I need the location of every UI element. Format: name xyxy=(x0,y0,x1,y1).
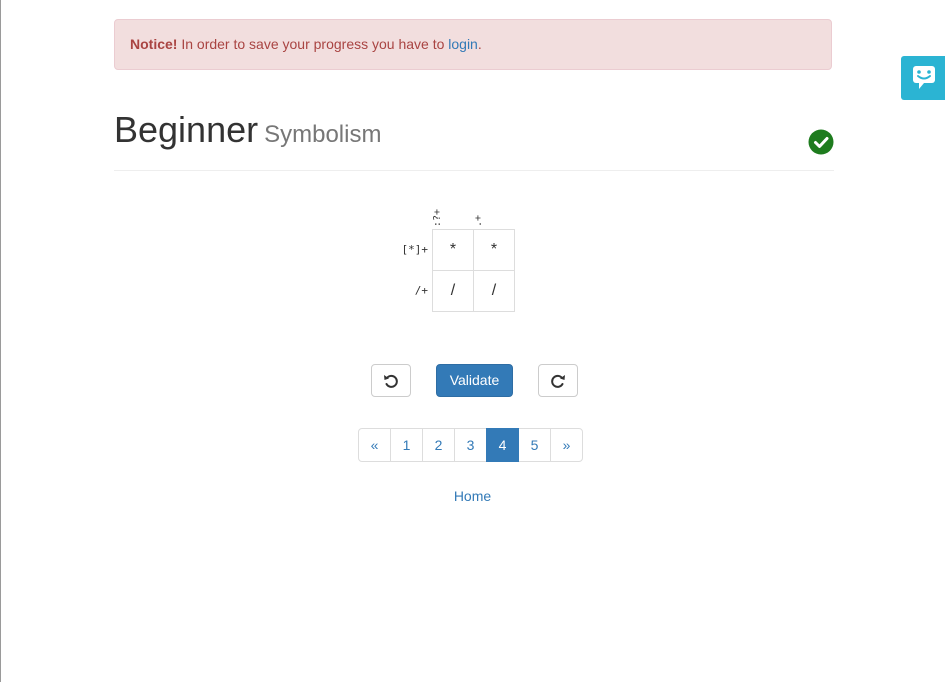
grid-cell[interactable]: / xyxy=(432,270,474,312)
column-clue-2: .+ xyxy=(473,195,514,227)
pagination-page-3[interactable]: 3 xyxy=(454,428,487,462)
pagination-page-1[interactable]: 1 xyxy=(390,428,423,462)
notice-label: Notice! xyxy=(130,36,178,52)
login-link[interactable]: login xyxy=(448,36,478,52)
validate-button[interactable]: Validate xyxy=(436,364,513,397)
redo-icon xyxy=(551,374,565,388)
feedback-tab[interactable] xyxy=(901,56,945,100)
column-clue-2-text: .+ xyxy=(473,214,484,227)
pagination-page-5[interactable]: 5 xyxy=(518,428,551,462)
grid-cell[interactable]: * xyxy=(473,229,515,271)
notice-suffix: . xyxy=(477,36,482,52)
level-title: Beginner xyxy=(114,109,259,150)
grid-cell[interactable]: / xyxy=(473,270,515,312)
grid-row-2: / / xyxy=(432,270,515,312)
puzzle-subtitle: Symbolism xyxy=(264,121,382,148)
home-link[interactable]: Home xyxy=(454,488,491,504)
regex-crossword-puzzle: :?+ .+ [*]+ /+ * * / / xyxy=(380,195,580,325)
chat-smile-icon xyxy=(913,66,935,89)
pagination-prev[interactable]: « xyxy=(358,428,391,462)
puzzle-pagination: « 1 2 3 4 5 » xyxy=(358,428,583,462)
puzzle-grid: * * / / xyxy=(432,229,515,312)
home-link-row: Home xyxy=(0,488,945,504)
page-header: Beginner Symbolism xyxy=(114,108,834,171)
grid-cell[interactable]: * xyxy=(432,229,474,271)
undo-button[interactable] xyxy=(371,364,411,397)
row-clue-2: /+ xyxy=(414,284,428,297)
grid-row-1: * * xyxy=(432,229,515,271)
pagination-next[interactable]: » xyxy=(550,428,583,462)
notice-text: In order to save your progress you have … xyxy=(177,36,449,52)
check-circle-icon xyxy=(808,129,834,155)
login-notice-alert: Notice! In order to save your progress y… xyxy=(114,19,832,70)
column-clue-1: :?+ xyxy=(432,195,473,227)
window-left-border xyxy=(0,0,1,682)
redo-button[interactable] xyxy=(538,364,578,397)
page-title: Beginner Symbolism xyxy=(114,108,381,157)
undo-icon xyxy=(384,374,398,388)
row-clue-1: [*]+ xyxy=(401,243,429,256)
pagination-page-2[interactable]: 2 xyxy=(422,428,455,462)
column-clue-1-text: :?+ xyxy=(432,208,443,227)
pagination-page-4-active[interactable]: 4 xyxy=(486,428,519,462)
